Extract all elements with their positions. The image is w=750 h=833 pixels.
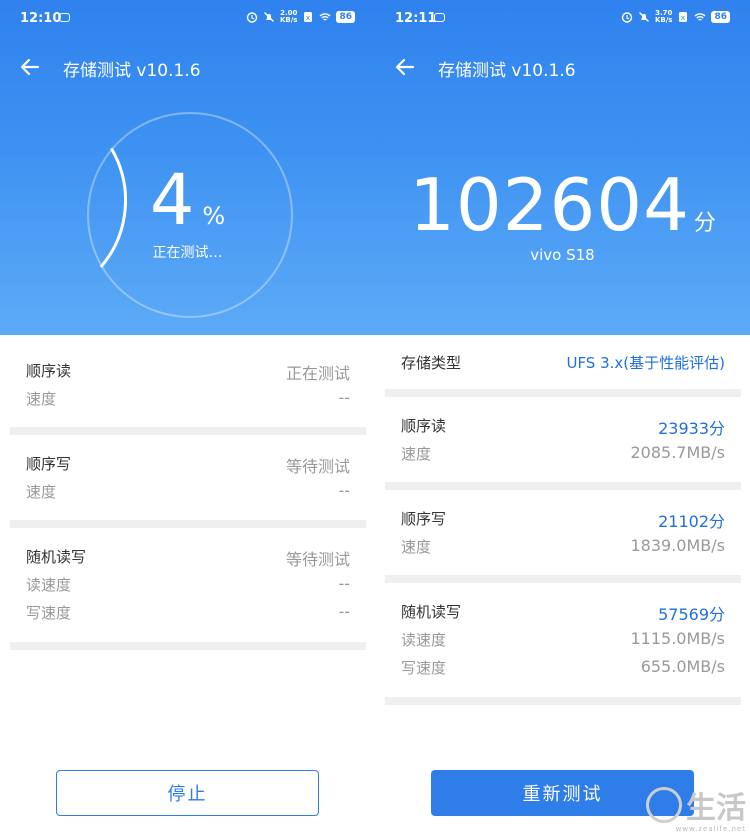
- network-speed: 3.70 KB/s: [654, 9, 673, 24]
- notification-icon: [434, 13, 445, 22]
- card-label: 随机读写: [401, 603, 462, 621]
- card-sequential-write: 顺序写 等待测试 速度 --: [10, 435, 366, 528]
- card-label: 随机读写: [26, 548, 87, 566]
- write-speed-value: --: [338, 602, 350, 621]
- write-speed-value: 655.0MB/s: [640, 657, 725, 676]
- speed-value: --: [338, 388, 350, 407]
- wifi-icon: [319, 13, 331, 21]
- speed-label: 速度: [26, 390, 57, 408]
- card-status: 正在测试: [285, 364, 350, 383]
- status-time: 12:11: [395, 11, 437, 26]
- card-score: 57569分: [658, 605, 725, 624]
- network-speed: 2.00 KB/s: [279, 9, 298, 24]
- stop-button[interactable]: 停止: [56, 770, 319, 816]
- watermark: 生活: [646, 783, 746, 827]
- test-header: 12:10 2.00 KB/s x 86 存储测试 v10.1.6 4% 正在测…: [0, 0, 375, 335]
- card-score: 23933分: [658, 419, 725, 438]
- progress-unit: %: [202, 202, 226, 230]
- card-score: 21102分: [658, 512, 725, 531]
- svg-text:x: x: [681, 14, 685, 22]
- watermark-url: www.zealife.net: [675, 825, 746, 833]
- status-icons: 2.00 KB/s x 86: [246, 10, 355, 24]
- progress-number: 4: [149, 159, 195, 241]
- watermark-logo-icon: [646, 787, 682, 823]
- speed-label: 速度: [401, 538, 432, 556]
- sim-icon: x: [679, 12, 688, 22]
- page-title: 存储测试 v10.1.6: [438, 61, 576, 81]
- read-speed-value: 1115.0MB/s: [630, 629, 726, 648]
- write-speed-label: 写速度: [26, 604, 72, 622]
- card-storage-type: 存储类型 UFS 3.x(基于性能评估): [385, 342, 741, 397]
- sim-icon: x: [304, 12, 313, 22]
- speed-label: 速度: [401, 445, 432, 463]
- write-speed-label: 写速度: [401, 659, 447, 677]
- wifi-icon: [694, 13, 706, 21]
- svg-text:x: x: [306, 14, 310, 22]
- card-sequential-write: 顺序写 21102分 速度 1839.0MB/s: [385, 490, 741, 583]
- status-bar: 12:10 2.00 KB/s x 86: [0, 0, 375, 40]
- score-value: 102604: [409, 163, 690, 247]
- device-name: vivo S18: [530, 246, 595, 264]
- card-sequential-read: 顺序读 正在测试 速度 --: [10, 342, 366, 435]
- alarm-icon: [621, 12, 633, 23]
- alarm-icon: [246, 12, 258, 23]
- battery-icon: 86: [711, 11, 730, 23]
- score-unit: 分: [693, 211, 716, 236]
- arrow-left-icon[interactable]: [18, 55, 42, 79]
- card-label: 顺序读: [401, 417, 447, 435]
- speed-value: --: [338, 481, 350, 500]
- card-label: 顺序读: [26, 362, 72, 380]
- storage-type-value: UFS 3.x(基于性能评估): [566, 354, 725, 372]
- card-label: 顺序写: [401, 510, 447, 528]
- card-random-read-write: 随机读写 57569分 读速度 1115.0MB/s 写速度 655.0MB/s: [385, 583, 741, 705]
- speed-value: 2085.7MB/s: [630, 443, 726, 462]
- status-bar: 12:11 3.70 KB/s x 86: [375, 0, 750, 40]
- result-header: 12:11 3.70 KB/s x 86 存储测试 v10.1.6 102604…: [375, 0, 750, 335]
- status-icons: 3.70 KB/s x 86: [621, 10, 730, 24]
- arrow-left-icon[interactable]: [393, 55, 417, 79]
- battery-icon: 86: [336, 11, 355, 23]
- notification-icon: [59, 13, 70, 22]
- status-time: 12:10: [20, 11, 62, 26]
- card-sequential-read: 顺序读 23933分 速度 2085.7MB/s: [385, 397, 741, 490]
- card-label: 顺序写: [26, 455, 72, 473]
- speed-value: 1839.0MB/s: [630, 536, 726, 555]
- read-speed-label: 读速度: [401, 631, 447, 649]
- speed-label: 速度: [26, 483, 57, 501]
- read-speed-value: --: [338, 574, 350, 593]
- right-screen: 12:11 3.70 KB/s x 86 存储测试 v10.1.6 102604…: [375, 0, 750, 833]
- card-status: 等待测试: [285, 550, 350, 569]
- card-status: 等待测试: [285, 457, 350, 476]
- watermark-text: 生活: [686, 791, 746, 826]
- bell-off-icon: [264, 12, 274, 22]
- page-title: 存储测试 v10.1.6: [63, 61, 201, 81]
- read-speed-label: 读速度: [26, 576, 72, 594]
- storage-type-label: 存储类型: [401, 354, 462, 372]
- card-random-read-write: 随机读写 等待测试 读速度 -- 写速度 --: [10, 528, 366, 650]
- progress-status: 正在测试…: [152, 245, 223, 261]
- left-screen: 12:10 2.00 KB/s x 86 存储测试 v10.1.6 4% 正在测…: [0, 0, 375, 833]
- bell-off-icon: [639, 12, 649, 22]
